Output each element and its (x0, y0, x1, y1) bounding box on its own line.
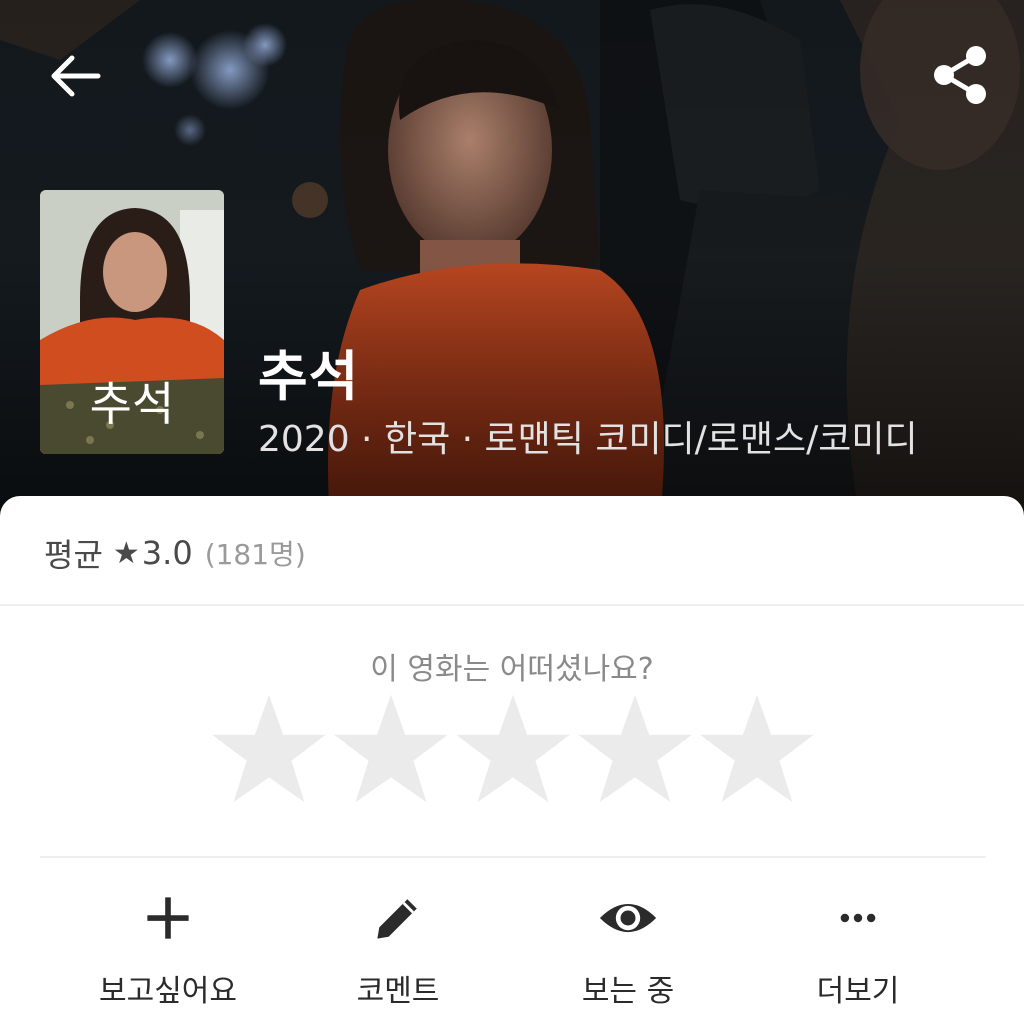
rating-count: (181명) (204, 538, 306, 571)
action-label: 코멘트 (356, 974, 440, 1009)
rating-star-1[interactable] (210, 690, 328, 808)
average-rating: 평균 ★ 3.0 (181명) (44, 528, 306, 578)
average-value: 3.0 (141, 534, 193, 572)
divider (40, 856, 986, 858)
plus-icon (147, 897, 189, 939)
poster-title-text: 추석 (90, 377, 175, 431)
poster-image: 추석 (40, 190, 224, 454)
star-icon (578, 694, 692, 803)
star-icon: ★ (112, 535, 140, 571)
hero-backdrop: 추석 추석 2020 · 한국 · 로맨틱 코미디/로맨스/코미디 (0, 0, 1024, 520)
average-label: 평균 (44, 536, 103, 574)
star-icon (700, 694, 814, 803)
comment-button[interactable]: 코멘트 (298, 880, 498, 1010)
divider (0, 604, 1024, 606)
wishlist-button[interactable]: 보고싶어요 (68, 880, 268, 1010)
star-icon (456, 694, 570, 803)
movie-meta: 2020 · 한국 · 로맨틱 코미디/로맨스/코미디 (258, 419, 918, 460)
action-label: 보는 중 (581, 974, 675, 1009)
rate-question: 이 영화는 어떠셨나요? (370, 652, 654, 687)
action-bar: 보고싶어요 코멘트 보는 중 더보기 (0, 880, 1024, 1020)
pencil-icon (377, 899, 417, 939)
more-button[interactable]: 더보기 (758, 880, 958, 1010)
star-icon (334, 694, 448, 803)
rating-star-3[interactable] (454, 690, 572, 808)
eye-icon (599, 903, 657, 933)
share-button[interactable] (926, 42, 996, 108)
star-icon (212, 694, 326, 803)
rating-star-5[interactable] (698, 690, 816, 808)
movie-poster[interactable]: 추석 (40, 190, 224, 454)
movie-title: 추석 (258, 345, 360, 408)
action-label: 더보기 (816, 974, 900, 1009)
watching-button[interactable]: 보는 중 (528, 880, 728, 1010)
arrow-left-icon (51, 55, 101, 97)
more-dots-icon (840, 913, 876, 923)
back-button[interactable] (44, 48, 106, 104)
rating-star-4[interactable] (576, 690, 694, 808)
action-label: 보고싶어요 (99, 974, 237, 1009)
share-icon (934, 46, 986, 104)
star-rating-input[interactable] (210, 690, 816, 808)
rating-star-2[interactable] (332, 690, 450, 808)
